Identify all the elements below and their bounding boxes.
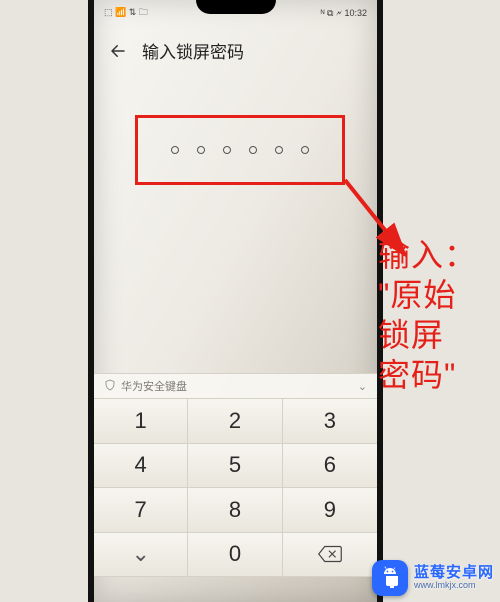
key-backspace[interactable] xyxy=(283,533,377,578)
keyboard-label-text: 华为安全键盘 xyxy=(121,378,187,394)
key-collapse[interactable]: ⌄ xyxy=(94,533,188,578)
back-button[interactable] xyxy=(108,41,128,61)
annotation-line: "原始 xyxy=(378,275,488,315)
arrow-left-icon xyxy=(109,42,127,60)
key-8[interactable]: 8 xyxy=(188,488,282,533)
pin-dot xyxy=(197,146,205,154)
backspace-icon xyxy=(317,545,343,563)
key-2[interactable]: 2 xyxy=(188,399,282,444)
watermark-url: www.lmkjx.com xyxy=(414,581,494,590)
key-7[interactable]: 7 xyxy=(94,488,188,533)
android-robot-icon xyxy=(372,560,408,596)
annotation-text: 输入： "原始 锁屏 密码" xyxy=(378,235,488,395)
key-6[interactable]: 6 xyxy=(283,444,377,489)
status-left-icons: ⬚ 📶 ⇅ 🗀 xyxy=(104,5,148,21)
watermark-brand: 蓝莓安卓网 xyxy=(414,565,494,581)
pin-dot xyxy=(301,146,309,154)
shield-icon xyxy=(104,379,116,394)
pin-dot xyxy=(249,146,257,154)
status-right-icons: ᴺ ⧉ 🗲 10:32 xyxy=(321,8,367,19)
key-3[interactable]: 3 xyxy=(283,399,377,444)
annotation-line: 锁屏 xyxy=(378,315,488,355)
watermark: 蓝莓安卓网 www.lmkjx.com xyxy=(372,560,494,596)
annotation-line: 密码" xyxy=(378,355,488,395)
annotation-line: 输入： xyxy=(378,235,488,275)
page-title: 输入锁屏密码 xyxy=(142,38,244,63)
numeric-keypad: 1 2 3 4 5 6 7 8 9 ⌄ 0 xyxy=(94,399,377,577)
header: 输入锁屏密码 xyxy=(94,30,377,71)
display-notch xyxy=(196,0,276,14)
pin-dot xyxy=(275,146,283,154)
key-0[interactable]: 0 xyxy=(188,533,282,578)
pin-entry[interactable] xyxy=(135,115,345,185)
key-1[interactable]: 1 xyxy=(94,399,188,444)
key-9[interactable]: 9 xyxy=(283,488,377,533)
pin-dot xyxy=(171,146,179,154)
pin-dot xyxy=(223,146,231,154)
chevron-down-icon: ⌄ xyxy=(358,380,367,393)
keyboard-label-bar[interactable]: 华为安全键盘 ⌄ xyxy=(94,373,377,399)
key-5[interactable]: 5 xyxy=(188,444,282,489)
key-4[interactable]: 4 xyxy=(94,444,188,489)
